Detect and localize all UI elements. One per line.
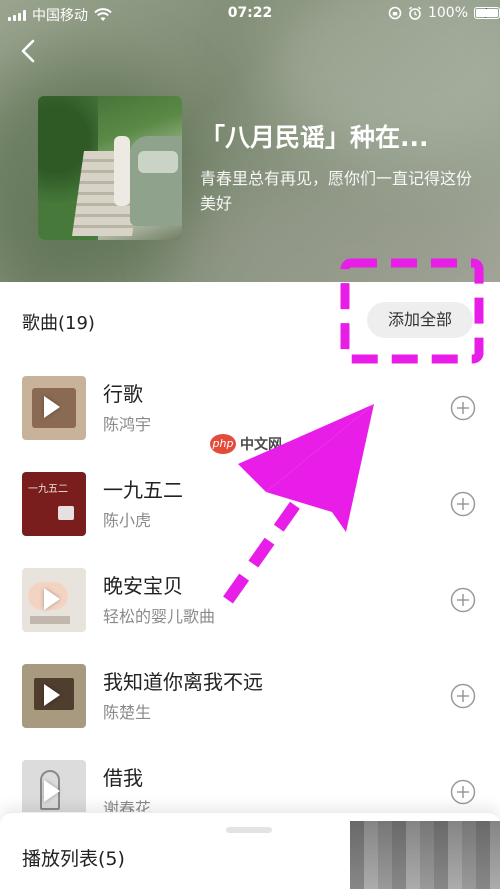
playlist-bar[interactable]: 播放列表(5) xyxy=(0,812,500,889)
plus-circle-icon[interactable] xyxy=(450,395,476,421)
songs-section-title: 歌曲(19) xyxy=(22,313,95,334)
song-row[interactable]: 行歌 陈鸿宇 xyxy=(0,376,500,472)
song-row[interactable]: 一九五二 一九五二 陈小虎 xyxy=(0,472,500,568)
watermark: php 中文网 xyxy=(210,434,282,454)
now-playing-cover[interactable] xyxy=(350,821,500,889)
playlist-label: 播放列表(5) xyxy=(22,848,125,870)
battery-icon xyxy=(474,7,500,19)
song-title: 借我 xyxy=(103,766,143,790)
cover-van xyxy=(130,136,182,226)
status-right: 100% xyxy=(388,5,500,21)
play-icon xyxy=(44,588,60,610)
album-description: 青春里总有再见，愿你们一直记得这份美好 xyxy=(200,169,473,213)
play-icon xyxy=(44,780,60,802)
song-cover xyxy=(22,568,86,632)
plus-circle-icon[interactable] xyxy=(450,491,476,517)
plus-circle-icon[interactable] xyxy=(450,587,476,613)
song-title: 我知道你离我不远 xyxy=(103,670,263,694)
chevron-left-icon[interactable] xyxy=(14,36,44,66)
plus-circle-icon[interactable] xyxy=(450,779,476,805)
song-title: 晚安宝贝 xyxy=(103,574,183,598)
song-cover-text: 一九五二 xyxy=(28,484,68,495)
album-header: 中国移动 07:22 100% 「八月民谣」种在... 青春里总有再见，愿你们一… xyxy=(0,0,500,282)
play-icon xyxy=(44,396,60,418)
song-artist: 轻松的婴儿歌曲 xyxy=(103,607,216,626)
song-title: 一九五二 xyxy=(103,478,183,502)
battery-level xyxy=(476,9,498,17)
watermark-text: 中文网 xyxy=(240,437,282,453)
album-cover[interactable] xyxy=(38,96,182,240)
song-row[interactable]: 我知道你离我不远 陈楚生 xyxy=(0,664,500,760)
song-cover: 一九五二 xyxy=(22,472,86,536)
song-cover xyxy=(22,664,86,728)
song-artist: 陈楚生 xyxy=(103,703,152,722)
battery-percent: 100% xyxy=(427,5,468,21)
song-artist: 陈小虎 xyxy=(103,511,152,530)
album-title: 「八月民谣」种在... xyxy=(200,123,429,152)
watermark-badge: php xyxy=(210,434,236,454)
alarm-icon xyxy=(408,6,422,20)
plus-circle-icon[interactable] xyxy=(450,683,476,709)
song-row[interactable]: 晚安宝贝 轻松的婴儿歌曲 xyxy=(0,568,500,664)
rotation-lock-icon xyxy=(388,6,402,20)
status-bar: 中国移动 07:22 100% xyxy=(0,0,500,28)
drag-handle[interactable] xyxy=(226,827,272,833)
annotation-highlight-box xyxy=(340,258,484,364)
play-icon xyxy=(44,684,60,706)
song-artist: 陈鸿宇 xyxy=(103,415,152,434)
song-cover xyxy=(22,376,86,440)
cover-person xyxy=(114,136,130,206)
cover-van-window xyxy=(138,151,178,173)
song-title: 行歌 xyxy=(103,382,143,406)
